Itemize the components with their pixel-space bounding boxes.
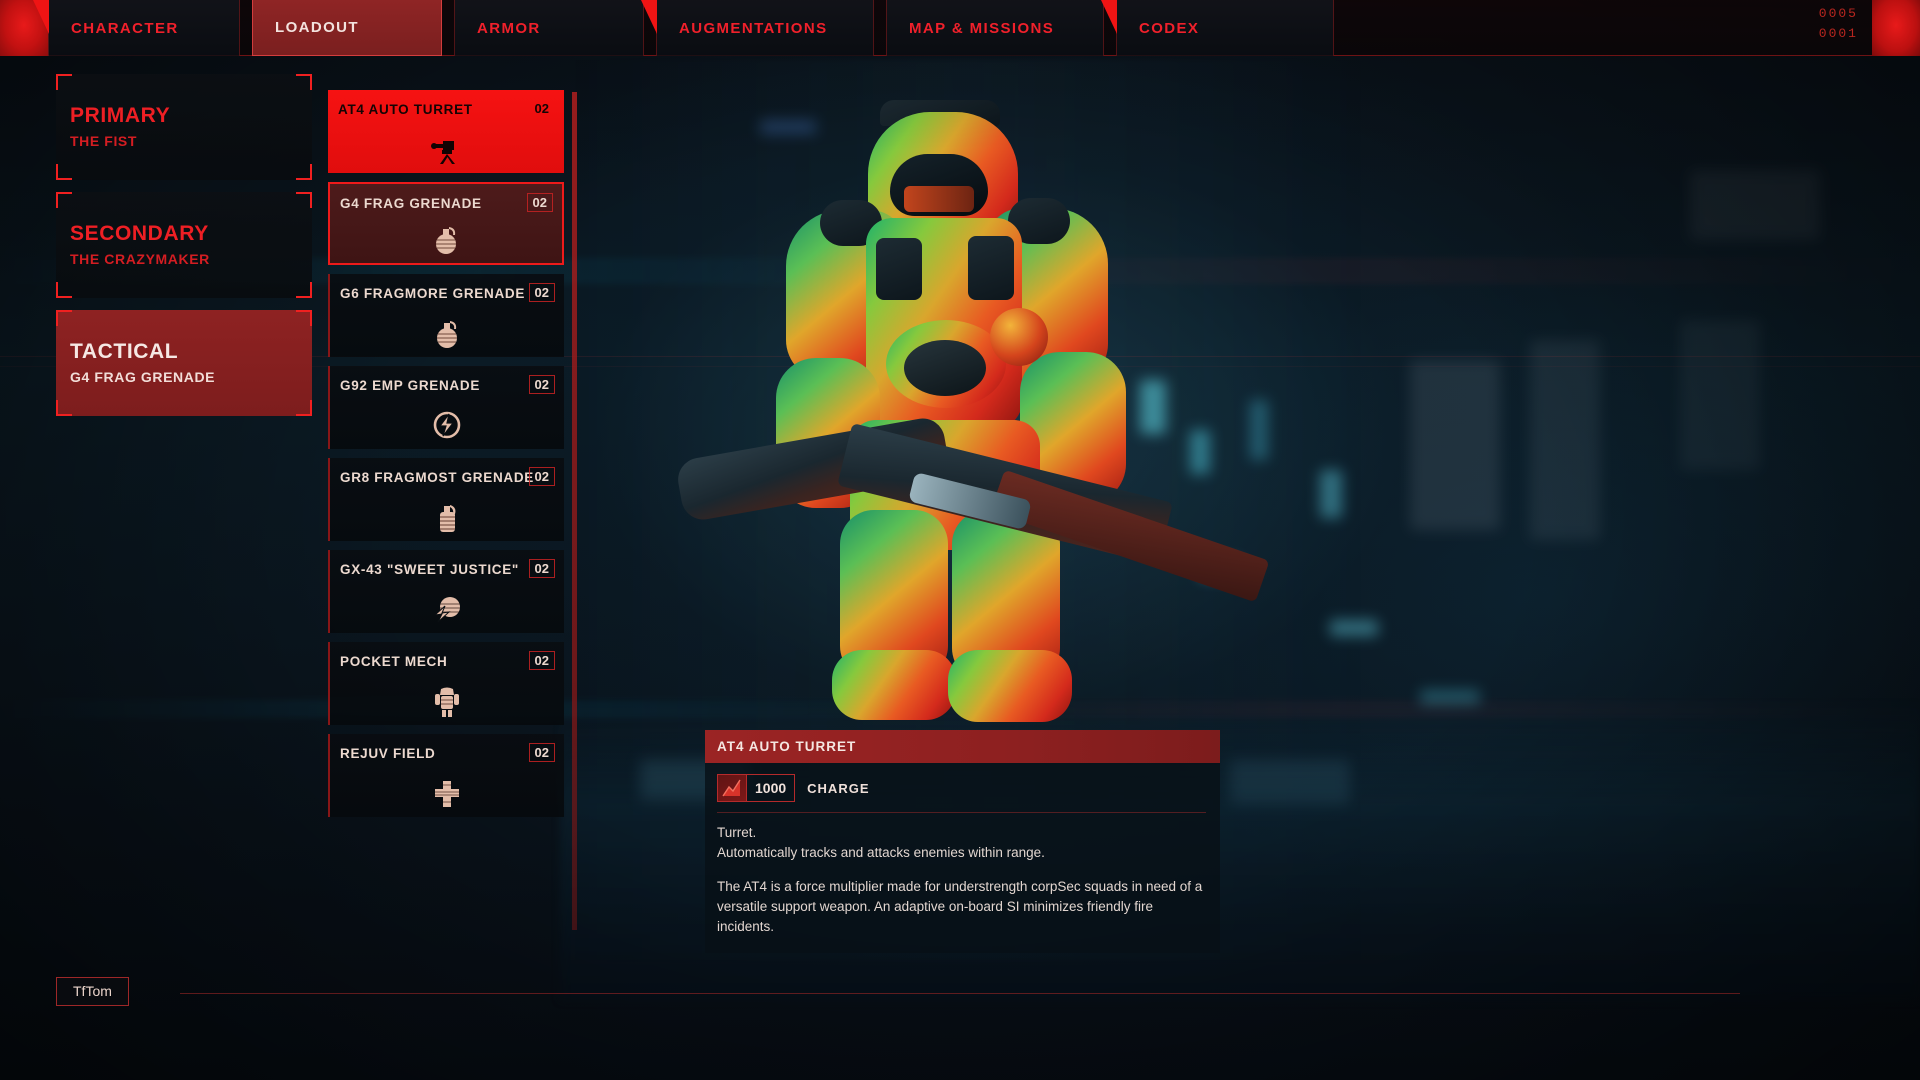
item-name: G4 FRAG GRENADE [340,196,482,211]
item-name: G92 EMP GRENADE [340,378,481,393]
slot-tactical[interactable]: TACTICAL G4 FRAG GRENADE [56,310,312,416]
item-name: POCKET MECH [340,654,448,669]
item-quantity: 02 [528,651,555,670]
tab-codex[interactable]: CODEX [1101,0,1334,56]
slot-title: PRIMARY [70,104,171,127]
shockwave-icon [430,591,464,625]
footer-rule [180,993,1740,994]
list-item[interactable]: REJUV FIELD 02 [328,734,564,817]
tab-loadout[interactable]: LOADOUT [252,0,442,56]
item-quantity: 02 [526,193,553,212]
corner-bracket-icon [296,400,312,416]
stat-chip: 1000 [717,774,796,802]
tab-notch-icon [33,0,49,34]
list-item[interactable]: G92 EMP GRENADE 02 [328,366,564,449]
corner-bracket-icon [56,282,72,298]
tab-armor[interactable]: ARMOR [454,0,644,56]
detail-body: 1000 CHARGE Turret. Automatically tracks… [705,763,1220,953]
corner-bracket-icon [56,310,72,326]
item-quantity: 02 [534,101,549,116]
bokeh-light [1330,620,1378,636]
corner-bracket-icon [56,192,72,208]
charge-icon [718,775,746,801]
slot-primary[interactable]: PRIMARY THE FIST [56,74,312,180]
stat-label: CHARGE [807,780,870,796]
corner-bracket-icon [296,192,312,208]
slot-secondary[interactable]: SECONDARY THE CRAZYMAKER [56,192,312,298]
loadout-slot-panel: PRIMARY THE FIST SECONDARY THE CRAZYMAKE… [56,74,312,428]
character-model [674,90,1270,750]
item-name: AT4 AUTO TURRET [338,102,473,117]
tab-label: ARMOR [477,19,541,37]
corner-bracket-icon [296,164,312,180]
item-name: G6 FRAGMORE GRENADE [340,286,526,301]
slot-item-name: THE FIST [70,133,138,149]
bokeh-light [1690,170,1820,240]
top-navigation-bar: CHARACTER LOADOUT ARMOR AUGMENTATIONS MA… [0,0,1920,56]
tab-character[interactable]: CHARACTER [33,0,240,56]
item-quantity: 02 [528,375,555,394]
bokeh-light [1530,340,1600,540]
bokeh-light [1410,360,1500,530]
detail-divider [717,812,1206,813]
detail-description-lore: The AT4 is a force multiplier made for u… [717,879,1203,934]
turret-icon [429,131,463,165]
canister-icon [430,499,464,533]
slot-title: SECONDARY [70,222,209,245]
slot-title: TACTICAL [70,340,179,363]
mech-icon [430,683,464,717]
corner-bracket-icon [56,400,72,416]
tab-notch-icon [1101,0,1117,34]
counter-bottom: 0001 [1818,26,1858,41]
detail-title: AT4 AUTO TURRET [705,730,1220,763]
bokeh-light [1320,470,1342,518]
item-quantity: 02 [528,283,555,302]
list-item[interactable]: G4 FRAG GRENADE 02 [328,182,564,265]
player-tag: TfTom [56,977,129,1006]
corner-bracket-icon [296,74,312,90]
item-quantity: 02 [528,743,555,762]
slot-item-name: G4 FRAG GRENADE [70,369,216,385]
list-item[interactable]: POCKET MECH 02 [328,642,564,725]
corner-bracket-icon [296,282,312,298]
tab-map-and-missions[interactable]: MAP & MISSIONS [886,0,1104,56]
nav-right-accent-block [1872,0,1920,56]
item-quantity: 02 [528,467,555,486]
emp-icon [430,407,464,441]
counter-top: 0005 [1818,6,1858,21]
tab-label: MAP & MISSIONS [909,19,1055,37]
corner-bracket-icon [56,74,72,90]
detail-description-primary: Turret. Automatically tracks and attacks… [717,825,1045,860]
tab-label: LOADOUT [275,19,359,36]
tab-label: AUGMENTATIONS [679,19,828,37]
corner-bracket-icon [296,310,312,326]
tab-notch-icon [641,0,657,34]
item-quantity: 02 [528,559,555,578]
item-detail-panel: AT4 AUTO TURRET 1000 CHARGE Turret. Auto… [705,730,1220,953]
slot-item-name: THE CRAZYMAKER [70,251,210,267]
nav-counters: 0005 0001 [1819,4,1858,44]
tab-label: CHARACTER [71,19,179,37]
detail-stat-row: 1000 CHARGE [717,774,1206,802]
item-list[interactable]: AT4 AUTO TURRET 02 G4 FRAG GRENADE 02 G6… [328,90,564,826]
stat-value: 1000 [746,775,794,801]
bokeh-light [1680,320,1760,470]
list-item[interactable]: GX-43 "SWEET JUSTICE" 02 [328,550,564,633]
game-screen: CHARACTER LOADOUT ARMOR AUGMENTATIONS MA… [0,0,1920,1080]
bokeh-light [1250,400,1268,460]
item-name: REJUV FIELD [340,746,436,761]
item-name: GX-43 "SWEET JUSTICE" [340,562,520,577]
list-item[interactable]: GR8 FRAGMOST GRENADE 02 [328,458,564,541]
list-item[interactable]: G6 FRAGMORE GRENADE 02 [328,274,564,357]
medcross-icon [430,775,464,809]
tab-label: CODEX [1139,19,1200,37]
corner-bracket-icon [56,164,72,180]
list-item[interactable]: AT4 AUTO TURRET 02 [328,90,564,173]
grenade-icon [430,315,464,349]
tab-augmentations[interactable]: AUGMENTATIONS [641,0,874,56]
item-list-scrollbar[interactable] [572,92,577,930]
item-name: GR8 FRAGMOST GRENADE [340,470,535,485]
grenade-icon [429,221,463,255]
